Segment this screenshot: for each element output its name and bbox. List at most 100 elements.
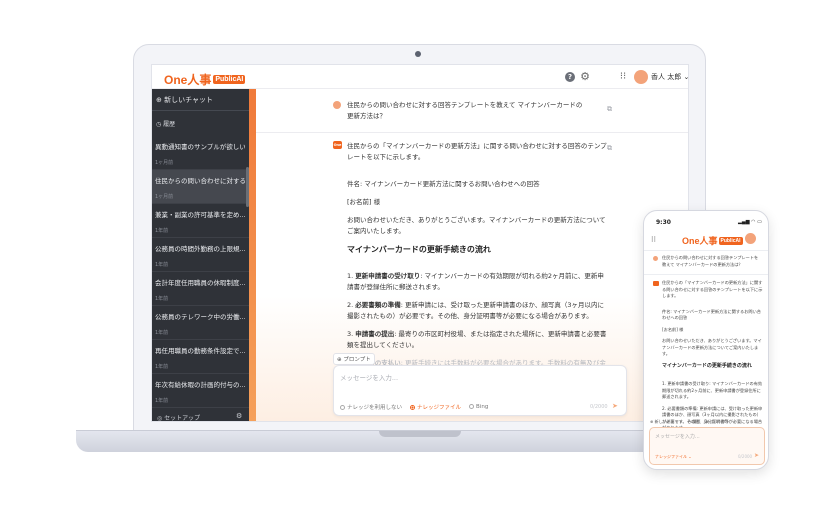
step-number: 1.: [347, 272, 354, 280]
history-item[interactable]: 再任用職員の勤務条件設定で... 1年前: [152, 340, 249, 374]
option-bing[interactable]: Bing: [469, 404, 488, 410]
char-count: 0/2000: [590, 404, 608, 410]
logo-badge: PublicAI: [213, 75, 246, 84]
sidebar-divider: [152, 110, 249, 111]
step-number: 2.: [347, 301, 354, 309]
user-avatar[interactable]: [634, 70, 648, 84]
step-title: 申請書の提出: [355, 330, 395, 338]
history-item-date: 1年前: [155, 364, 169, 370]
option-label: Bing: [476, 404, 489, 410]
history-item-date: 1年前: [155, 296, 169, 302]
send-icon[interactable]: ➤: [612, 402, 618, 410]
gear-icon[interactable]: ⚙: [580, 71, 590, 82]
phone-salutation: [お名前] 様: [662, 326, 684, 332]
phone-user-avatar[interactable]: [745, 233, 756, 244]
user-question: 住民からの問い合わせに対する回答テンプレートを教えて マイナンバーカードの更新方…: [347, 101, 583, 120]
history-item[interactable]: 年次有給休暇の計画的付与の... 1年前: [152, 374, 249, 408]
app-grid-icon[interactable]: ⁝⁝: [618, 72, 628, 82]
phone-subject: 件名: マイナンバーカード更新方法に関するお問い合わせへの回答: [662, 308, 761, 321]
radio-icon: [340, 405, 345, 410]
history-item-title: 会計年度任用職員の休暇制度...: [155, 279, 245, 287]
copy-icon[interactable]: ⧉: [607, 105, 612, 114]
chevron-down-icon: ⌄: [683, 73, 689, 81]
history-item-title: 公務員の時間外勤務の上限規...: [155, 245, 245, 253]
phone-mockup: 9:30 ▂▄▆ ◠ ▭ ⁝⁝ One人事 PublicAI 住民からの問い合わ…: [643, 210, 769, 470]
history-item-title: 再任用職員の勤務条件設定で...: [155, 347, 245, 355]
steps-list: 1. 更新申請書の受け取り: マイナンバーカードの有効期限が切れる約2ヶ月前に、…: [347, 271, 609, 380]
phone-thanks: お問い合わせいただき、ありがとうございます。マイナンバーカードの更新方法について…: [662, 338, 762, 356]
phone-ai-intro: 住民からの「マイナンバーカードの更新方法」に関する問い合わせに対する回答のテンプ…: [662, 280, 763, 298]
history-item-title: 公務員のテレワーク中の労働...: [155, 313, 245, 321]
laptop-camera: [415, 51, 421, 57]
phone-logo: One人事 PublicAI: [682, 234, 743, 247]
option-label: ナレッジを利用しない: [347, 405, 403, 411]
phone-composer[interactable]: メッセージを入力... ナレッジファイル ⌄ 0/2000 ➤: [649, 427, 765, 465]
menu-icon[interactable]: ⁝⁝: [651, 235, 656, 244]
history-item[interactable]: 公務員の時間外勤務の上限規... 1年前: [152, 238, 249, 272]
send-icon[interactable]: ➤: [754, 452, 759, 459]
message-input[interactable]: メッセージを入力...: [340, 372, 398, 382]
step-number: 3.: [347, 330, 354, 338]
user-menu[interactable]: 香人 太郎 ⌄: [651, 72, 689, 82]
history-item[interactable]: 公務員のテレワーク中の労働... 1年前: [152, 306, 249, 340]
history-item-title: 住民からの問い合わせに対するテン...: [155, 177, 245, 185]
history-list: 異動通知書のサンプルが欲しい... 1ヶ月前 住民からの問い合わせに対するテン.…: [152, 136, 249, 408]
laptop-notch: [379, 431, 461, 437]
message-composer[interactable]: メッセージを入力... ナレッジを利用しない ナレッジファイル Bing 0/2…: [333, 365, 627, 416]
option-knowledge-file[interactable]: ナレッジファイル: [410, 403, 461, 411]
phone-status-icons: ▂▄▆ ◠ ▭: [738, 219, 762, 225]
phone-header: ⁝⁝ One人事 PublicAI: [644, 229, 768, 249]
history-item-date: 1年前: [155, 330, 169, 336]
option-no-knowledge[interactable]: ナレッジを利用しない: [340, 403, 402, 411]
user-message-avatar: [333, 101, 341, 109]
history-item[interactable]: 異動通知書のサンプルが欲しい... 1ヶ月前: [152, 136, 249, 170]
accent-strip: [249, 89, 256, 421]
ai-avatar: One: [333, 141, 342, 149]
step-item: 1. 更新申請書の受け取り: マイナンバーカードの有効期限が切れる約2ヶ月前に、…: [347, 271, 609, 293]
history-item-title: 年次有給休暇の計画的付与の...: [155, 381, 245, 389]
phone-step: 1. 更新申請書の受け取り: マイナンバーカードの有効期限が切れる約2ヶ月前に、…: [662, 381, 763, 399]
step-item: 3. 申請書の提出: 最寄りの市区町村役場、または指定された場所に、更新申請書と…: [347, 329, 609, 351]
history-item-date: 1ヶ月前: [155, 194, 174, 200]
option-label: ナレッジファイル: [417, 405, 462, 411]
knowledge-options: ナレッジを利用しない ナレッジファイル Bing: [340, 403, 488, 411]
logo-text: One人事: [164, 73, 212, 87]
phone-char-count: 0/2000: [738, 454, 753, 459]
phone-user-question: 住民からの問い合わせに対する回答テンプレートを教えて マイナンバーカードの更新方…: [662, 255, 759, 267]
logo-badge: PublicAI: [718, 236, 743, 245]
phone-tab-prompt[interactable]: ⊕ プロンプト: [705, 419, 730, 425]
new-chat-button[interactable]: ⊕ 新しいチャット: [156, 95, 213, 105]
help-icon[interactable]: ?: [565, 72, 575, 82]
phone-message-input[interactable]: メッセージを入力...: [655, 433, 700, 440]
phone-tab-new-chat[interactable]: ⊕ 新しいチャット: [650, 419, 683, 425]
phone-divider: [644, 250, 768, 251]
prompt-button[interactable]: ⊕ プロンプト: [333, 353, 375, 365]
phone-knowledge-select[interactable]: ナレッジファイル ⌄: [655, 454, 692, 460]
setup-button[interactable]: ◎ セットアップ: [157, 413, 200, 421]
radio-icon: [469, 404, 475, 409]
phone-ai-avatar: [653, 281, 659, 286]
phone-tab-history[interactable]: ◷ 履歴: [688, 419, 701, 425]
ai-response: 住民からの「マイナンバーカードの更新方法」に関する問い合わせに対する回答のテンプ…: [347, 141, 609, 387]
logo-text: One人事: [682, 236, 718, 246]
phone-divider: [644, 274, 768, 275]
mail-subject: 件名: マイナンバーカード更新方法に関するお問い合わせへの回答: [347, 180, 540, 188]
mail-salutation: [お名前] 様: [347, 198, 381, 206]
step-title: 更新申請書の受け取り: [355, 272, 421, 280]
sidebar: ⊕ 新しいチャット ◷ 履歴 異動通知書のサンプルが欲しい... 1ヶ月前 住民…: [152, 89, 249, 421]
history-item-title: 異動通知書のサンプルが欲しい...: [155, 143, 245, 151]
step-title: 必要書類の準備: [355, 301, 401, 309]
history-item-active[interactable]: 住民からの問い合わせに対するテン... 1ヶ月前: [152, 170, 249, 204]
gear-icon[interactable]: ⚙: [236, 412, 242, 420]
phone-time: 9:30: [656, 219, 671, 226]
history-item[interactable]: 兼業・副業の許可基準を定め... 1年前: [152, 204, 249, 238]
history-item-date: 1ヶ月前: [155, 160, 174, 166]
chat-area: 住民からの問い合わせに対する回答テンプレートを教えて マイナンバーカードの更新方…: [256, 89, 688, 421]
step-item: 2. 必要書類の準備: 更新申請には、受け取った更新申請書のほか、顔写真（3ヶ月…: [347, 300, 609, 322]
section-heading: マイナンバーカードの更新手続きの流れ: [347, 245, 491, 254]
phone-user-avatar-small: [653, 256, 658, 261]
history-item[interactable]: 会計年度任用職員の休暇制度... 1年前: [152, 272, 249, 306]
history-item-date: 1年前: [155, 228, 169, 234]
app-logo[interactable]: One人事 PublicAI: [164, 71, 246, 88]
phone-ai-response: 住民からの「マイナンバーカードの更新方法」に関する問い合わせに対する回答のテンプ…: [662, 280, 764, 437]
